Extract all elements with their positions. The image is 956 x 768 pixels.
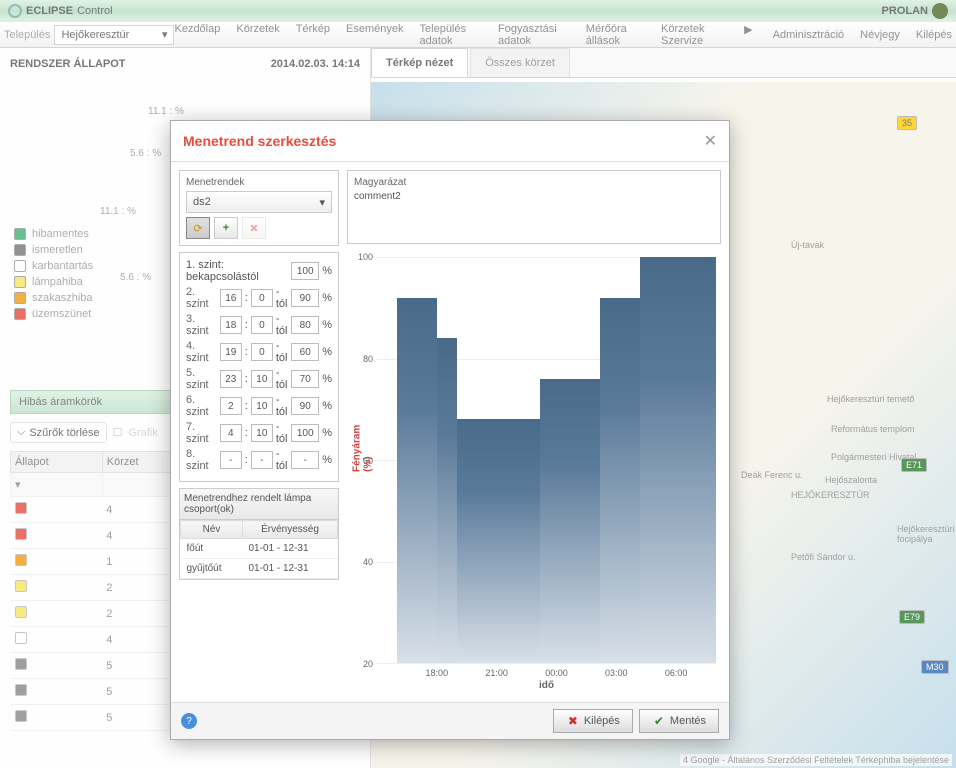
schedule-dropdown[interactable]: ds2 ▾ [186, 191, 332, 213]
x-tick: 03:00 [605, 668, 628, 678]
assign-row[interactable]: gyűjtőút01-01 - 12-31 [181, 559, 338, 579]
refresh-icon: ⟳ [193, 222, 202, 235]
comment-group: Magyarázat comment2 [347, 170, 721, 244]
pct-input[interactable] [291, 343, 319, 361]
chart-bar [640, 257, 716, 663]
hour-input[interactable] [220, 451, 242, 469]
close-icon[interactable]: ✕ [704, 131, 717, 151]
min-input[interactable] [251, 343, 273, 361]
check-icon: ✔ [652, 714, 666, 728]
delete-icon: ✖ [249, 222, 258, 235]
hour-input[interactable] [220, 397, 242, 415]
save-button[interactable]: ✔ Mentés [639, 709, 719, 733]
plus-icon: + [223, 222, 229, 234]
levels-panel: 1. szint: bekapcsolástól % 2. szint:-tól… [179, 252, 339, 482]
chart-bar [540, 379, 600, 663]
x-tick: 06:00 [665, 668, 688, 678]
hour-input[interactable] [220, 316, 242, 334]
min-input[interactable] [251, 316, 273, 334]
pct-input[interactable] [291, 424, 319, 442]
x-icon: ✖ [566, 714, 580, 728]
schedule-dialog: Menetrend szerkesztés ✕ Menetrendek ds2 … [170, 120, 730, 740]
help-icon[interactable]: ? [181, 713, 197, 729]
pct-input[interactable] [291, 316, 319, 334]
pct-input[interactable] [291, 289, 319, 307]
min-input[interactable] [251, 424, 273, 442]
level-row: 8. szint:-tól% [186, 448, 332, 472]
delete-button[interactable]: ✖ [242, 217, 266, 239]
min-input[interactable] [251, 289, 273, 307]
level-row: 5. szint:-tól% [186, 367, 332, 391]
chart-bar [600, 298, 640, 663]
schedules-group: Menetrendek ds2 ▾ ⟳ + ✖ [179, 170, 339, 246]
hour-input[interactable] [220, 424, 242, 442]
min-input[interactable] [251, 397, 273, 415]
assign-row[interactable]: főút01-01 - 12-31 [181, 539, 338, 559]
add-button[interactable]: + [214, 217, 238, 239]
level-row: 3. szint:-tól% [186, 313, 332, 337]
comment-text[interactable]: comment2 [354, 191, 714, 202]
x-tick: 21:00 [485, 668, 508, 678]
dialog-title: Menetrend szerkesztés [183, 133, 336, 149]
y-tick: 80 [363, 354, 373, 364]
pct-input[interactable] [291, 397, 319, 415]
level-row: 6. szint:-tól% [186, 394, 332, 418]
chart-bar [457, 419, 540, 663]
min-input[interactable] [251, 370, 273, 388]
min-input[interactable] [251, 451, 273, 469]
x-axis-label: idő [539, 680, 554, 691]
refresh-button[interactable]: ⟳ [186, 217, 210, 239]
chart-bar [437, 338, 457, 663]
assigned-groups: Menetrendhez rendelt lámpa csoport(ok) N… [179, 488, 339, 580]
y-tick: 20 [363, 659, 373, 669]
level1-pct[interactable] [291, 262, 319, 280]
hour-input[interactable] [220, 370, 242, 388]
y-tick: 60 [363, 456, 373, 466]
pct-input[interactable] [291, 370, 319, 388]
chart-bar [397, 298, 437, 663]
level-row: 7. szint:-tól% [186, 421, 332, 445]
level-row: 4. szint:-tól% [186, 340, 332, 364]
level-row: 2. szint:-tól% [186, 286, 332, 310]
exit-button[interactable]: ✖ Kilépés [553, 709, 633, 733]
hour-input[interactable] [220, 343, 242, 361]
y-tick: 40 [363, 557, 373, 567]
pct-input[interactable] [291, 451, 319, 469]
chevron-down-icon: ▾ [319, 196, 325, 209]
y-tick: 100 [358, 252, 373, 262]
chart: Fényáram (%) 10080604020 idő 18:0021:000… [347, 252, 721, 694]
x-tick: 00:00 [545, 668, 568, 678]
hour-input[interactable] [220, 289, 242, 307]
x-tick: 18:00 [426, 668, 449, 678]
